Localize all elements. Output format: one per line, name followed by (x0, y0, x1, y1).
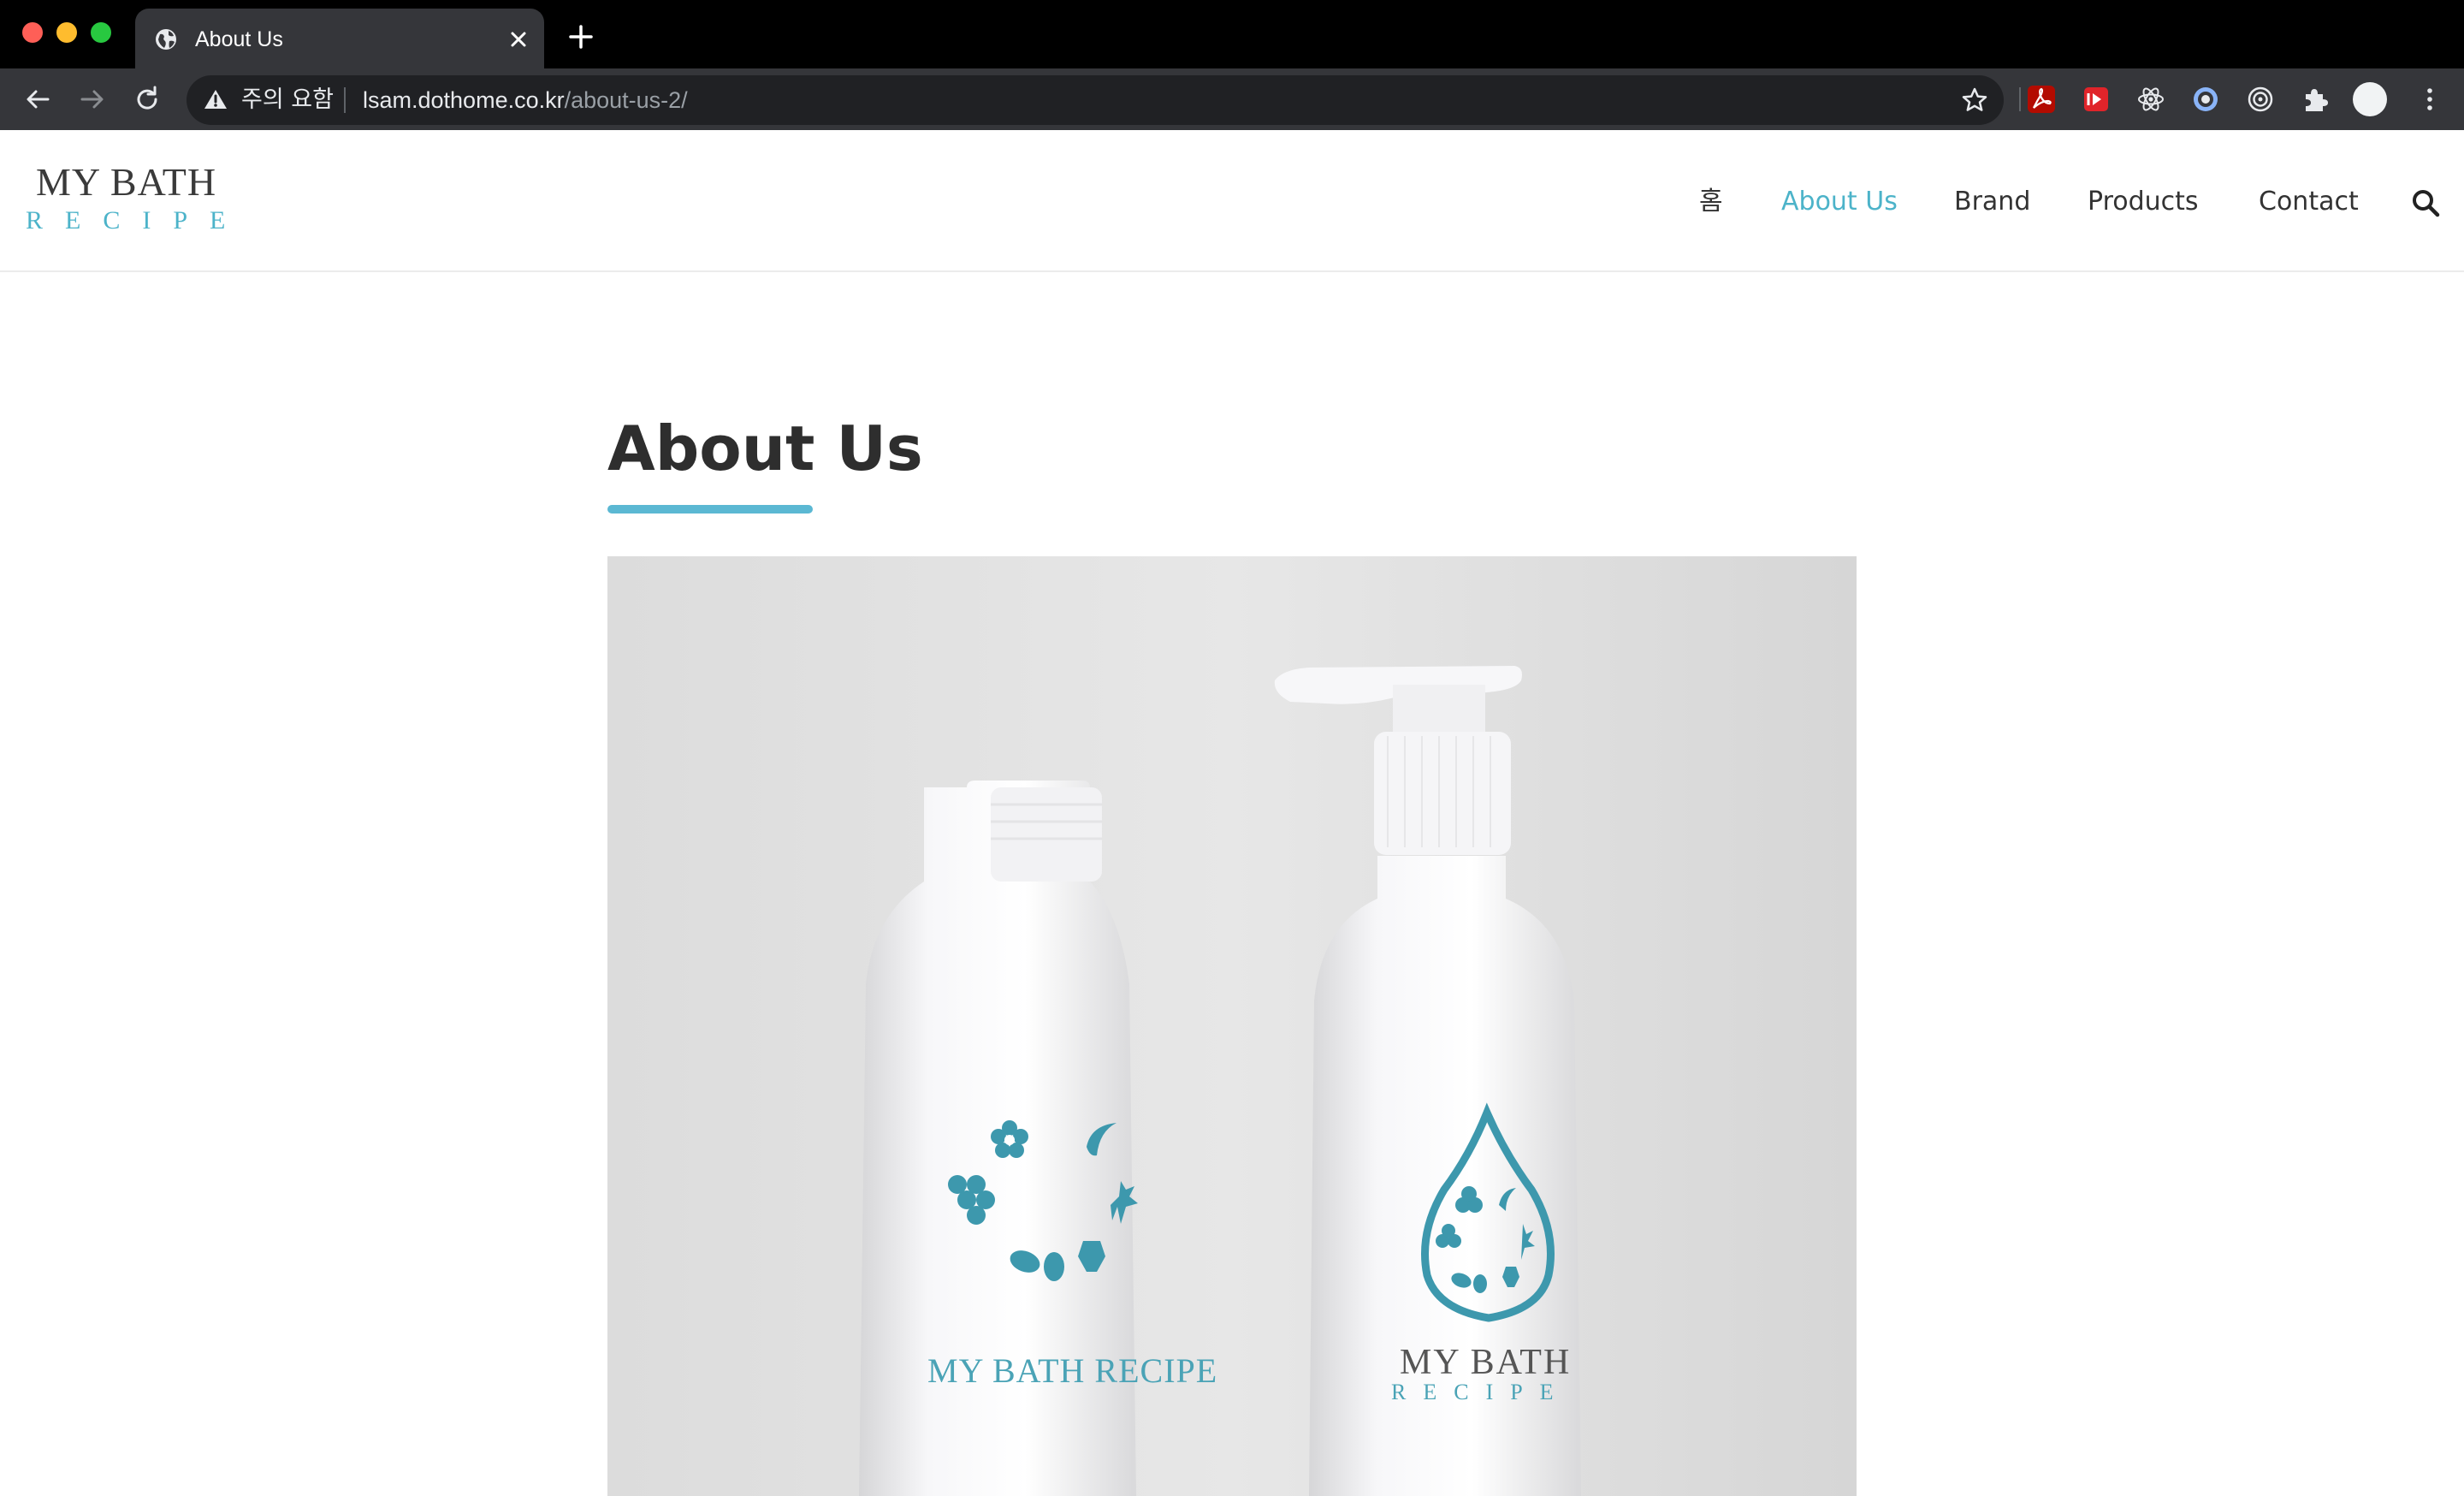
puzzle-extensions-icon[interactable] (2298, 82, 2332, 116)
page-title: About Us (607, 413, 923, 484)
target-extension-icon[interactable] (2243, 82, 2277, 116)
left-bottle-label: MY BATH RECIPE (927, 1351, 1218, 1390)
warning-icon[interactable] (204, 88, 228, 110)
back-arrow-icon[interactable] (21, 82, 55, 116)
nav-item-contact[interactable]: Contact (2259, 183, 2359, 224)
site-logo[interactable]: MY BATH RECIPE (26, 159, 257, 245)
url-path: /about-us-2/ (564, 87, 688, 113)
url-text[interactable]: lsam.dothome.co.kr/about-us-2/ (363, 86, 688, 115)
site-header: MY BATH RECIPE 홈 About Us Brand Products… (0, 130, 2464, 272)
minimize-window-button[interactable] (56, 22, 77, 43)
forward-arrow-icon[interactable] (75, 82, 110, 116)
nav-item-home[interactable]: 홈 (1699, 183, 1723, 224)
browser-tab-active[interactable]: About Us (135, 9, 544, 70)
title-underline (607, 505, 813, 514)
react-devtools-icon[interactable] (2134, 82, 2168, 116)
nav-item-products[interactable]: Products (2088, 183, 2199, 224)
address-bar[interactable]: 주의 요함 lsam.dothome.co.kr/about-us-2/ (187, 75, 2004, 125)
new-tab-icon[interactable] (566, 22, 595, 51)
tab-title: About Us (195, 27, 283, 51)
browser-titlebar: About Us (0, 0, 2464, 70)
nav-item-about-us[interactable]: About Us (1781, 183, 1898, 224)
url-host: lsam.dothome.co.kr (363, 87, 565, 113)
right-bottle-label-line2: RECIPE (1391, 1380, 1571, 1404)
omnibox-separator (344, 87, 346, 113)
kebab-menu-icon[interactable] (2413, 82, 2447, 116)
logo-line2: RECIPE (26, 206, 248, 234)
bottles-illustration (607, 556, 1857, 1496)
profile-avatar[interactable] (2353, 82, 2387, 116)
security-warning-label[interactable]: 주의 요함 (241, 86, 334, 115)
close-tab-icon[interactable] (505, 26, 532, 53)
nav-item-brand[interactable]: Brand (1954, 183, 2030, 224)
acrobat-extension-icon[interactable] (2024, 82, 2058, 116)
close-window-button[interactable] (22, 22, 43, 43)
browser-toolbar: 주의 요함 lsam.dothome.co.kr/about-us-2/ (0, 68, 2464, 130)
main-content: About Us MY BATH RECIPE MY BATH RECIPE (0, 272, 2464, 1496)
toolbar-divider (2019, 87, 2021, 111)
maximize-window-button[interactable] (91, 22, 111, 43)
bookmark-star-icon[interactable] (1961, 86, 1988, 114)
logo-line1: MY BATH (36, 160, 217, 204)
right-bottle-label-line1: MY BATH (1400, 1343, 1572, 1382)
search-icon[interactable] (2411, 188, 2440, 217)
globe-icon (156, 29, 176, 50)
reload-icon[interactable] (130, 82, 164, 116)
video-extension-icon[interactable] (2079, 82, 2113, 116)
circle-extension-icon[interactable] (2189, 82, 2223, 116)
hero-product-image: MY BATH RECIPE MY BATH RECIPE (607, 556, 1857, 1496)
